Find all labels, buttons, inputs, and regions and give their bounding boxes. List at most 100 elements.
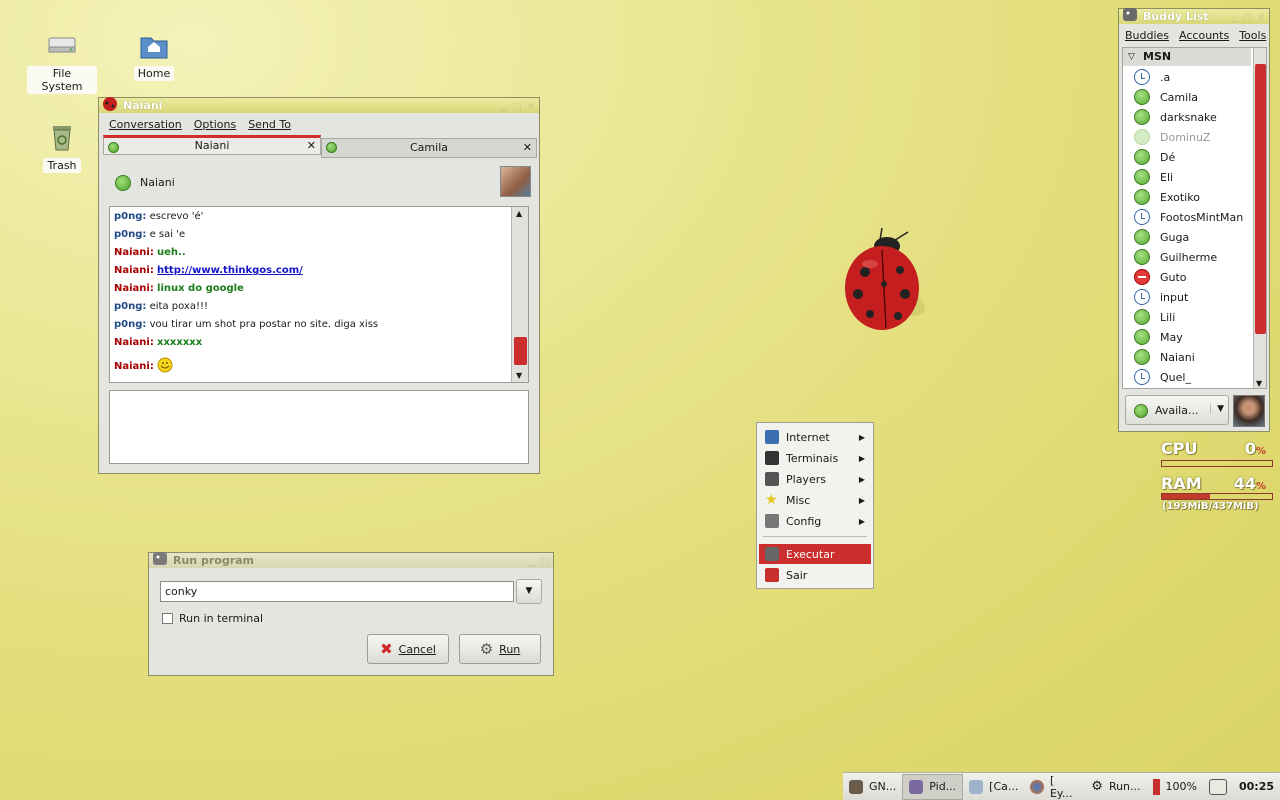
chat-window-titlebar[interactable]: Naiani ▁ □ ✕ (99, 97, 539, 115)
tab-naiani[interactable]: Naiani ✕ (103, 135, 321, 155)
buddy-row[interactable]: Guga (1134, 227, 1189, 247)
desktop-icon-home[interactable]: Home (119, 30, 189, 81)
task-gimp[interactable]: GN... (843, 774, 902, 800)
task-run[interactable]: ⚙ Run... (1085, 774, 1146, 800)
menu-item-label: Sair (786, 568, 808, 582)
chat-message: p0ng: e sai 'e (114, 229, 186, 240)
menu-item-terminais[interactable]: Terminais ▶ (759, 448, 871, 468)
chat-window[interactable]: Naiani ▁ □ ✕ Conversation Options Send T… (98, 97, 540, 474)
menu-tools[interactable]: Tools (1234, 29, 1266, 42)
status-available-icon (1134, 329, 1150, 345)
status-available-icon (1134, 89, 1150, 105)
window-title: Naiani (123, 99, 163, 112)
message-input[interactable] (109, 390, 529, 464)
buddy-row[interactable]: Guilherme (1134, 247, 1217, 267)
menu-options[interactable]: Options (188, 118, 242, 131)
menu-item-sair[interactable]: Sair (759, 565, 871, 585)
menu-item-internet[interactable]: Internet ▶ (759, 427, 871, 447)
menu-buddies[interactable]: Buddies (1123, 29, 1174, 42)
buddy-row[interactable]: DominuZ (1134, 127, 1210, 147)
buddy-row[interactable]: Eli (1134, 167, 1173, 187)
my-avatar[interactable] (1233, 395, 1265, 427)
buddy-name: DominuZ (1160, 130, 1211, 144)
desktop-icon-file-system[interactable]: File System (27, 30, 97, 94)
menu-item-executar[interactable]: Executar (759, 544, 871, 564)
volume-indicator[interactable]: 100% (1147, 774, 1203, 800)
menu-item-players[interactable]: Players ▶ (759, 469, 871, 489)
buddy-row[interactable]: Lili (1134, 307, 1175, 327)
chat-scrollbar[interactable]: ▲ ▼ (511, 207, 528, 382)
window-title: Run program (173, 554, 255, 567)
close-tab-icon[interactable]: ✕ (523, 139, 532, 157)
openbox-root-menu[interactable]: Internet ▶ Terminais ▶ Players ▶ ★ Misc ▶ Config ▶… (756, 422, 874, 589)
task-file-manager[interactable]: [Ca... (963, 774, 1024, 800)
cancel-button[interactable]: ✖ Cancel (367, 634, 449, 664)
run-dialog[interactable]: Run program ▁ □ conky ▼ Run in terminal … (148, 552, 554, 676)
run-in-terminal-label[interactable]: Run in terminal (179, 612, 263, 625)
status-available-icon (1134, 169, 1150, 185)
chat-link[interactable]: http://www.thinkgos.com/ (157, 265, 303, 276)
run-dialog-titlebar[interactable]: Run program ▁ □ (149, 552, 553, 570)
run-app-icon (151, 549, 169, 567)
maximize-button[interactable]: □ (1243, 11, 1252, 26)
minimize-button[interactable]: ▁ (500, 100, 507, 115)
buddy-row[interactable]: Dé (1134, 147, 1175, 167)
minimize-button[interactable]: ▁ (528, 555, 535, 570)
history-dropdown-button[interactable]: ▼ (516, 579, 542, 604)
status-offline-icon (1134, 129, 1150, 145)
status-available-icon (326, 142, 337, 153)
clock[interactable]: 00:25 (1233, 774, 1280, 800)
buddy-row[interactable]: Naiani (1134, 347, 1195, 367)
desktop-icon-label: File System (27, 66, 97, 94)
buddy-row[interactable]: Exotiko (1134, 187, 1200, 207)
minimize-button[interactable]: ▁ (1230, 11, 1237, 26)
menu-item-label: Players (786, 472, 826, 486)
buddy-scrollbar[interactable]: ▼ (1253, 48, 1266, 388)
close-button[interactable]: ✕ (1257, 11, 1265, 26)
ladybug-wallpaper (830, 222, 940, 342)
maximize-button[interactable]: □ (513, 100, 522, 115)
scrollbar-thumb[interactable] (1255, 64, 1266, 334)
buddy-list-titlebar[interactable]: Buddy List ▁ □ ✕ (1119, 8, 1269, 26)
buddy-name: input (1160, 290, 1189, 304)
buddy-row[interactable]: Camila (1134, 87, 1198, 107)
menu-item-config[interactable]: Config ▶ (759, 511, 871, 531)
task-browser[interactable]: [ Ey... (1024, 774, 1085, 800)
run-button[interactable]: ⚙ Run (459, 634, 541, 664)
close-tab-icon[interactable]: ✕ (307, 138, 316, 153)
buddy-row[interactable]: FootosMintMan (1134, 207, 1243, 227)
chat-history[interactable]: p0ng: escrevo 'é' p0ng: e sai 'e Naiani:… (109, 206, 529, 383)
scroll-down-arrow-icon[interactable]: ▼ (516, 371, 522, 380)
group-header-msn[interactable]: ▽ MSN (1123, 48, 1251, 66)
menu-item-misc[interactable]: ★ Misc ▶ (759, 490, 871, 510)
tab-camila[interactable]: Camila ✕ (321, 138, 537, 158)
status-selector[interactable]: Availa... ▼ (1125, 395, 1229, 425)
buddy-row[interactable]: darksnake (1134, 107, 1217, 127)
close-button[interactable]: ✕ (527, 100, 535, 115)
command-input[interactable]: conky (160, 581, 514, 602)
scrollbar-thumb[interactable] (514, 337, 527, 365)
run-in-terminal-checkbox[interactable] (162, 613, 173, 624)
scroll-up-arrow-icon[interactable]: ▲ (516, 209, 522, 218)
buddy-row[interactable]: .a (1134, 67, 1170, 87)
buddy-row[interactable]: May (1134, 327, 1183, 347)
network-tray-icon[interactable] (1203, 774, 1233, 800)
buddy-row[interactable]: input (1134, 287, 1188, 307)
gears-icon: ⚙ (479, 640, 494, 658)
desktop-icon-trash[interactable]: Trash (27, 122, 97, 173)
desktop-icon-label: Trash (43, 158, 81, 173)
menu-send-to[interactable]: Send To (242, 118, 297, 131)
expander-arrow-icon[interactable]: ▽ (1128, 48, 1135, 66)
menu-accounts[interactable]: Accounts (1174, 29, 1234, 42)
folder-icon (969, 779, 984, 794)
buddy-row[interactable]: Guto (1134, 267, 1187, 287)
dropdown-arrow-icon[interactable]: ▼ (1210, 404, 1224, 414)
scroll-down-arrow-icon[interactable]: ▼ (1256, 379, 1262, 388)
buddy-row[interactable]: Quel_ (1134, 367, 1191, 387)
buddy-name: May (1160, 330, 1183, 344)
task-pidgin[interactable]: Pid... (902, 773, 964, 800)
maximize-button[interactable]: □ (540, 555, 549, 570)
drive-icon (46, 30, 78, 62)
status-available-icon (108, 142, 119, 153)
menu-conversation[interactable]: Conversation (103, 118, 188, 131)
